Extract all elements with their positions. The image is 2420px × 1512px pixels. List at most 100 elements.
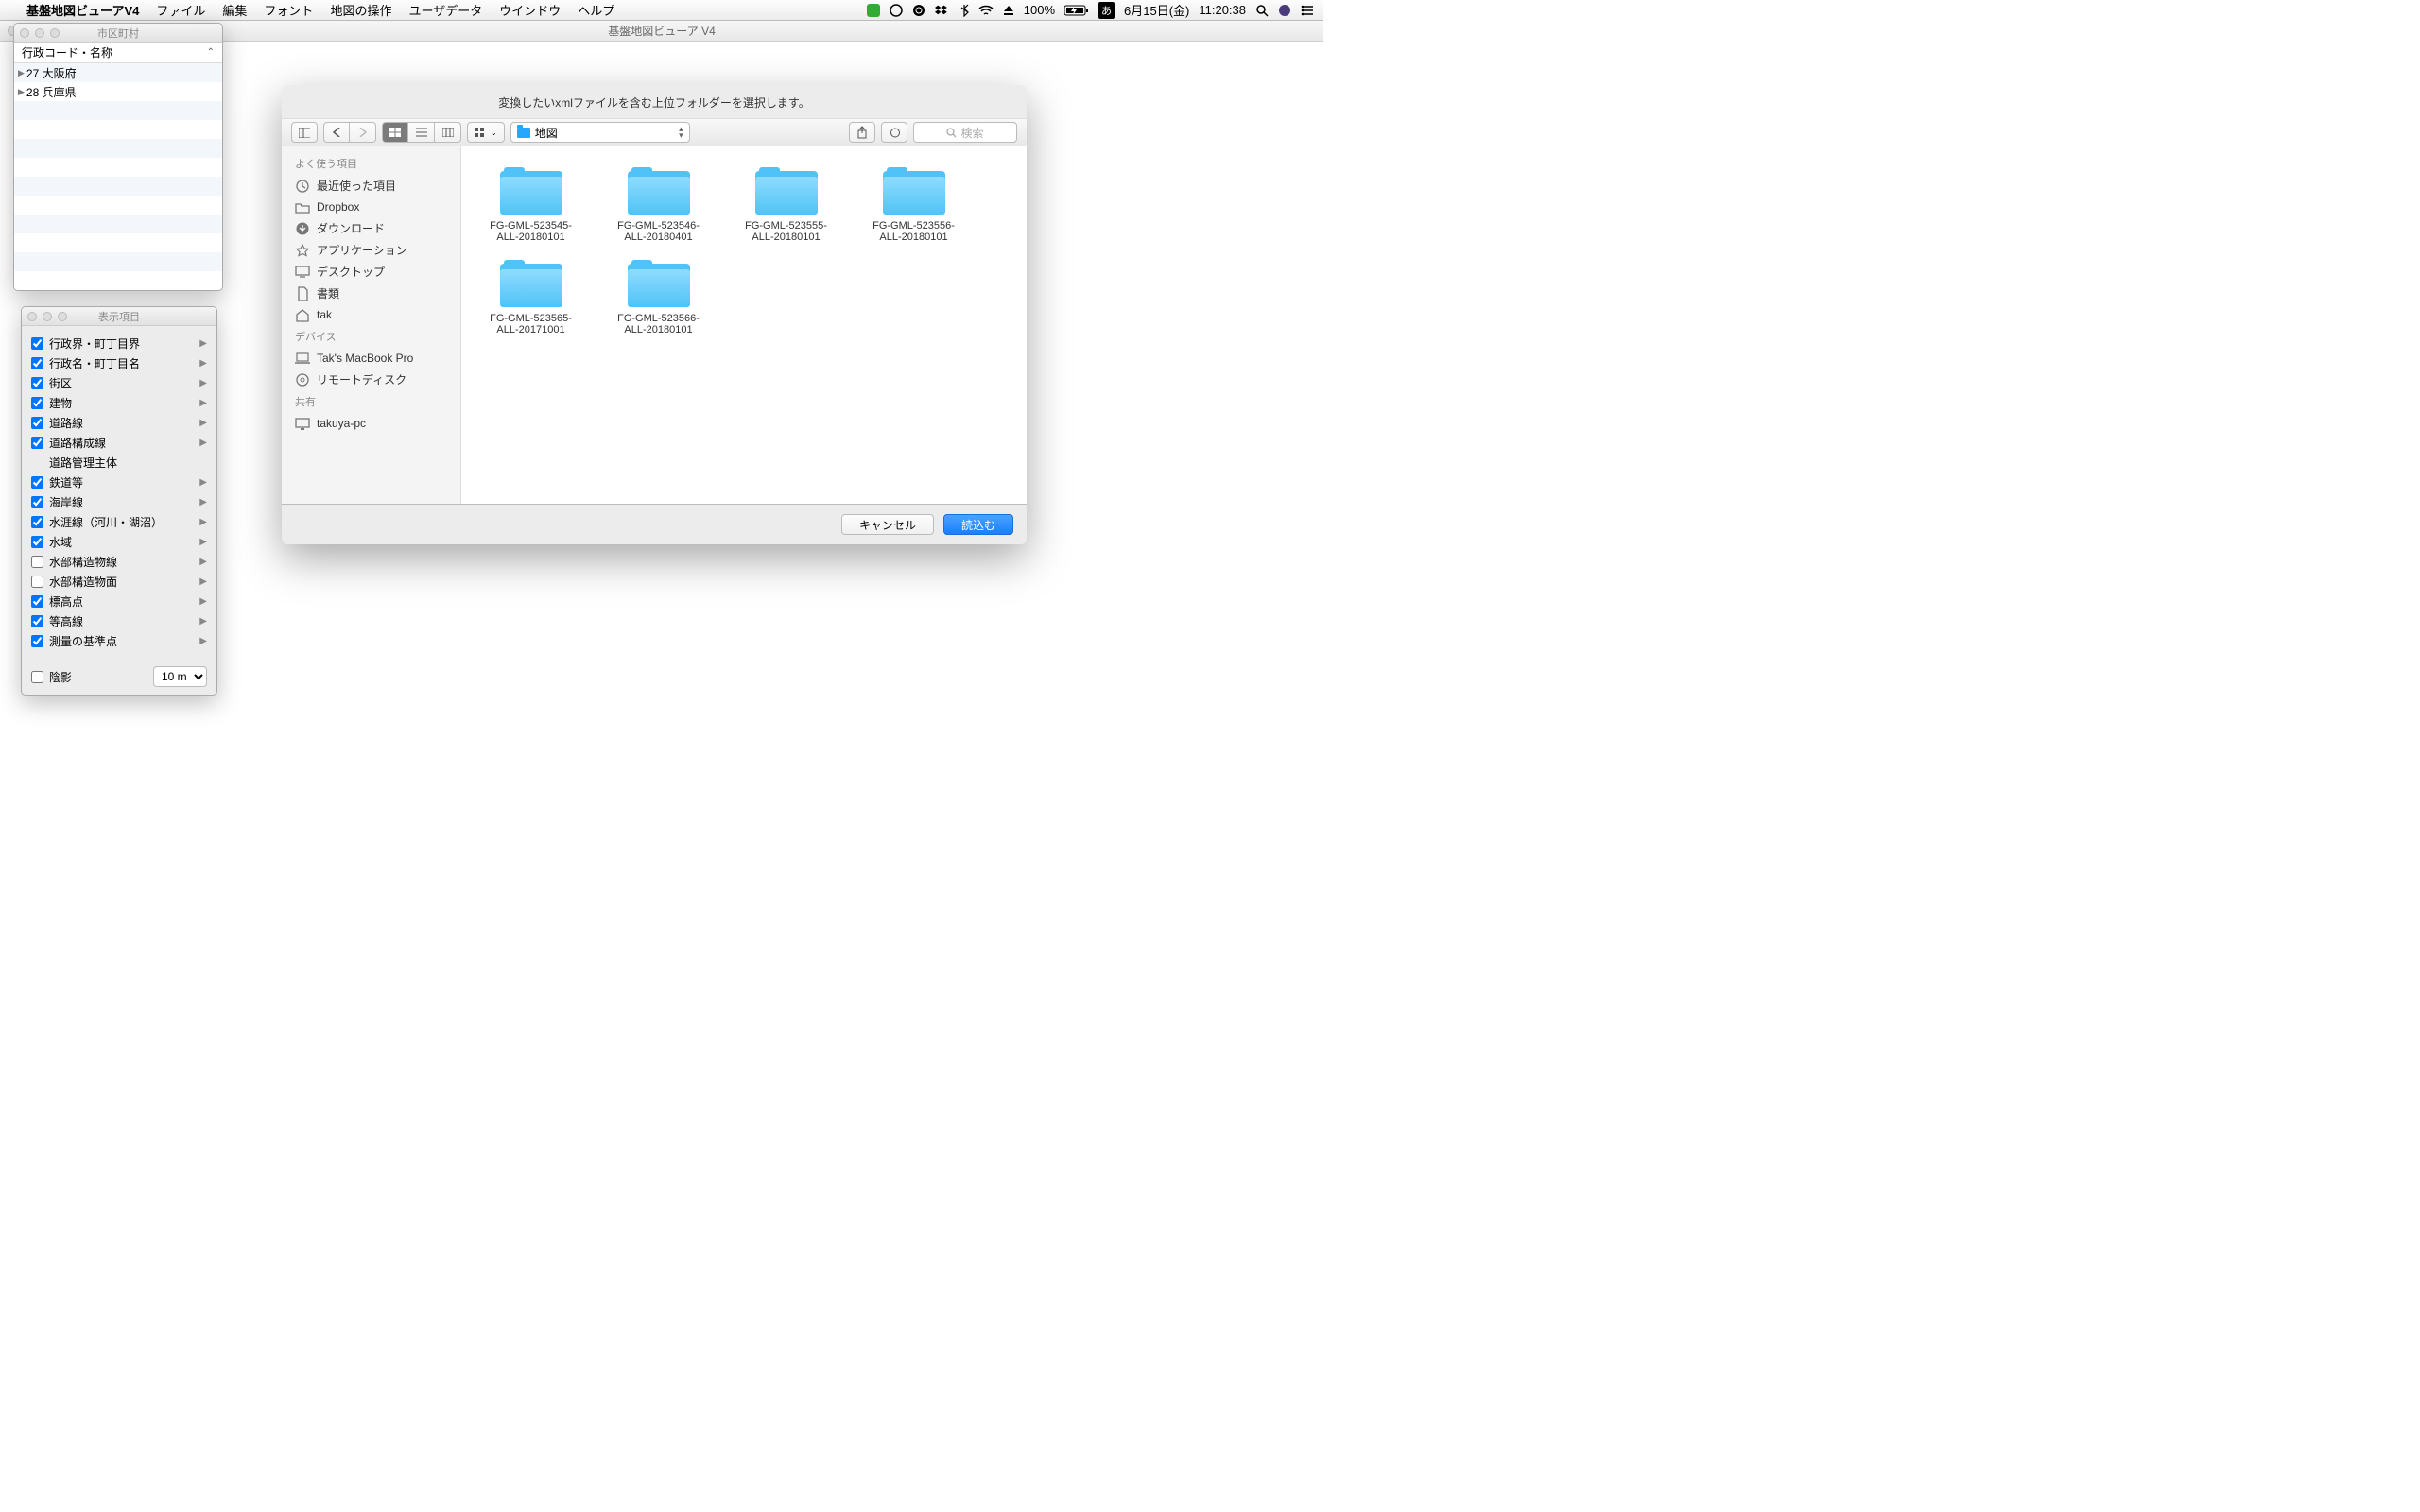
status-eject-icon[interactable] — [1003, 5, 1014, 16]
status-dropbox-icon[interactable] — [935, 4, 950, 17]
layer-checkbox[interactable] — [31, 576, 43, 588]
chevron-right-icon[interactable]: ▶ — [199, 338, 207, 349]
layer-checkbox[interactable] — [31, 496, 43, 508]
chevron-right-icon[interactable]: ▶ — [199, 636, 207, 646]
layer-item[interactable]: 建物▶ — [31, 393, 207, 413]
sidebar-toggle-button[interactable] — [291, 122, 318, 143]
chevron-right-icon[interactable]: ▶ — [199, 398, 207, 408]
layer-item[interactable]: 標高点▶ — [31, 592, 207, 611]
status-date[interactable]: 6月15日(金) — [1124, 1, 1189, 19]
sort-chevron-icon[interactable]: ⌃ — [207, 47, 215, 58]
status-sync-icon[interactable] — [912, 4, 925, 17]
region-row[interactable] — [14, 120, 222, 139]
layer-checkbox[interactable] — [31, 437, 43, 449]
cancel-button[interactable]: キャンセル — [841, 514, 934, 535]
region-row[interactable] — [14, 177, 222, 196]
status-cc-icon[interactable] — [890, 4, 903, 17]
chevron-right-icon[interactable]: ▶ — [199, 477, 207, 488]
sidebar-item[interactable]: Tak's MacBook Pro — [282, 348, 460, 369]
minimize-icon[interactable] — [35, 28, 44, 38]
folder-item[interactable]: FG-GML-523565-ALL-20171001 — [467, 254, 595, 347]
sidebar-item[interactable]: Dropbox — [282, 197, 460, 217]
sidebar-item[interactable]: 書類 — [282, 283, 460, 304]
layer-item[interactable]: 道路線▶ — [31, 413, 207, 433]
chevron-right-icon[interactable]: ▶ — [199, 537, 207, 547]
region-row[interactable] — [14, 252, 222, 271]
folder-item[interactable]: FG-GML-523545-ALL-20180101 — [467, 162, 595, 254]
group-by-button[interactable]: ⌄ — [467, 122, 505, 143]
forward-button[interactable] — [350, 122, 376, 143]
layer-checkbox[interactable] — [31, 357, 43, 369]
layer-item[interactable]: 行政界・町丁目界▶ — [31, 334, 207, 353]
layer-checkbox[interactable] — [31, 635, 43, 647]
layer-checkbox[interactable] — [31, 476, 43, 489]
region-row[interactable]: ▶27 大阪府 — [14, 63, 222, 82]
layer-checkbox[interactable] — [31, 337, 43, 350]
status-time[interactable]: 11:20:38 — [1199, 3, 1246, 17]
sidebar-item[interactable]: tak — [282, 304, 460, 325]
menu-map-ops[interactable]: 地図の操作 — [330, 1, 391, 19]
region-row[interactable] — [14, 139, 222, 158]
resolution-select[interactable]: 10 m — [153, 666, 207, 687]
region-row[interactable]: ▶28 兵庫県 — [14, 82, 222, 101]
folder-item[interactable]: FG-GML-523546-ALL-20180401 — [595, 162, 722, 254]
chevron-right-icon[interactable]: ▶ — [199, 418, 207, 428]
layer-item[interactable]: 道路構成線▶ — [31, 433, 207, 453]
shadow-checkbox[interactable] — [31, 671, 43, 683]
sidebar-item[interactable]: ダウンロード — [282, 217, 460, 239]
menu-edit[interactable]: 編集 — [222, 1, 247, 19]
chevron-right-icon[interactable]: ▶ — [199, 517, 207, 527]
layer-item[interactable]: 水域▶ — [31, 532, 207, 552]
region-row[interactable] — [14, 196, 222, 215]
tags-button[interactable] — [881, 122, 908, 143]
layer-item[interactable]: 等高線▶ — [31, 611, 207, 631]
layer-item[interactable]: 海岸線▶ — [31, 492, 207, 512]
layer-item[interactable]: 水部構造物線▶ — [31, 552, 207, 572]
layer-item[interactable]: 鉄道等▶ — [31, 472, 207, 492]
region-row[interactable] — [14, 101, 222, 120]
region-row[interactable] — [14, 233, 222, 252]
zoom-icon[interactable] — [50, 28, 60, 38]
folder-item[interactable]: FG-GML-523555-ALL-20180101 — [722, 162, 850, 254]
back-button[interactable] — [323, 122, 350, 143]
status-bluetooth-icon[interactable] — [959, 4, 969, 17]
menu-window[interactable]: ウインドウ — [499, 1, 561, 19]
view-list-button[interactable] — [408, 122, 435, 143]
menu-help[interactable]: ヘルプ — [578, 1, 614, 19]
layer-checkbox[interactable] — [31, 397, 43, 409]
notifications-icon[interactable] — [1301, 5, 1314, 16]
layer-checkbox[interactable] — [31, 615, 43, 627]
status-battery-icon[interactable] — [1064, 5, 1089, 16]
folder-item[interactable]: FG-GML-523566-ALL-20180101 — [595, 254, 722, 347]
layer-item[interactable]: 道路管理主体 — [31, 453, 207, 472]
sidebar-item[interactable]: 最近使った項目 — [282, 175, 460, 197]
confirm-button[interactable]: 読込む — [943, 514, 1013, 535]
view-icons-button[interactable] — [382, 122, 408, 143]
app-name[interactable]: 基盤地図ビューアV4 — [26, 1, 139, 19]
layer-checkbox[interactable] — [31, 595, 43, 608]
share-button[interactable] — [849, 122, 875, 143]
chevron-right-icon[interactable]: ▶ — [199, 378, 207, 388]
chevron-right-icon[interactable]: ▶ — [199, 497, 207, 507]
layer-item[interactable]: 水部構造物面▶ — [31, 572, 207, 592]
view-columns-button[interactable] — [435, 122, 461, 143]
layer-item[interactable]: 行政名・町丁目名▶ — [31, 353, 207, 373]
region-row[interactable] — [14, 158, 222, 177]
spotlight-icon[interactable] — [1255, 4, 1269, 17]
layer-checkbox[interactable] — [31, 536, 43, 548]
layer-item[interactable]: 測量の基準点▶ — [31, 631, 207, 651]
path-popup[interactable]: 地図 ▴▾ — [510, 122, 690, 143]
menu-file[interactable]: ファイル — [156, 1, 205, 19]
chevron-right-icon[interactable]: ▶ — [199, 616, 207, 627]
chevron-right-icon[interactable]: ▶ — [199, 358, 207, 369]
close-icon[interactable] — [20, 28, 29, 38]
zoom-icon[interactable] — [58, 312, 67, 321]
region-row[interactable] — [14, 271, 222, 290]
search-input[interactable]: 検索 — [913, 122, 1017, 143]
chevron-right-icon[interactable]: ▶ — [199, 438, 207, 448]
status-flag-icon[interactable] — [867, 4, 880, 17]
minimize-icon[interactable] — [43, 312, 52, 321]
layer-item[interactable]: 水涯線（河川・湖沼）▶ — [31, 512, 207, 532]
status-input-mode[interactable]: あ — [1098, 2, 1115, 19]
menu-font[interactable]: フォント — [264, 1, 313, 19]
